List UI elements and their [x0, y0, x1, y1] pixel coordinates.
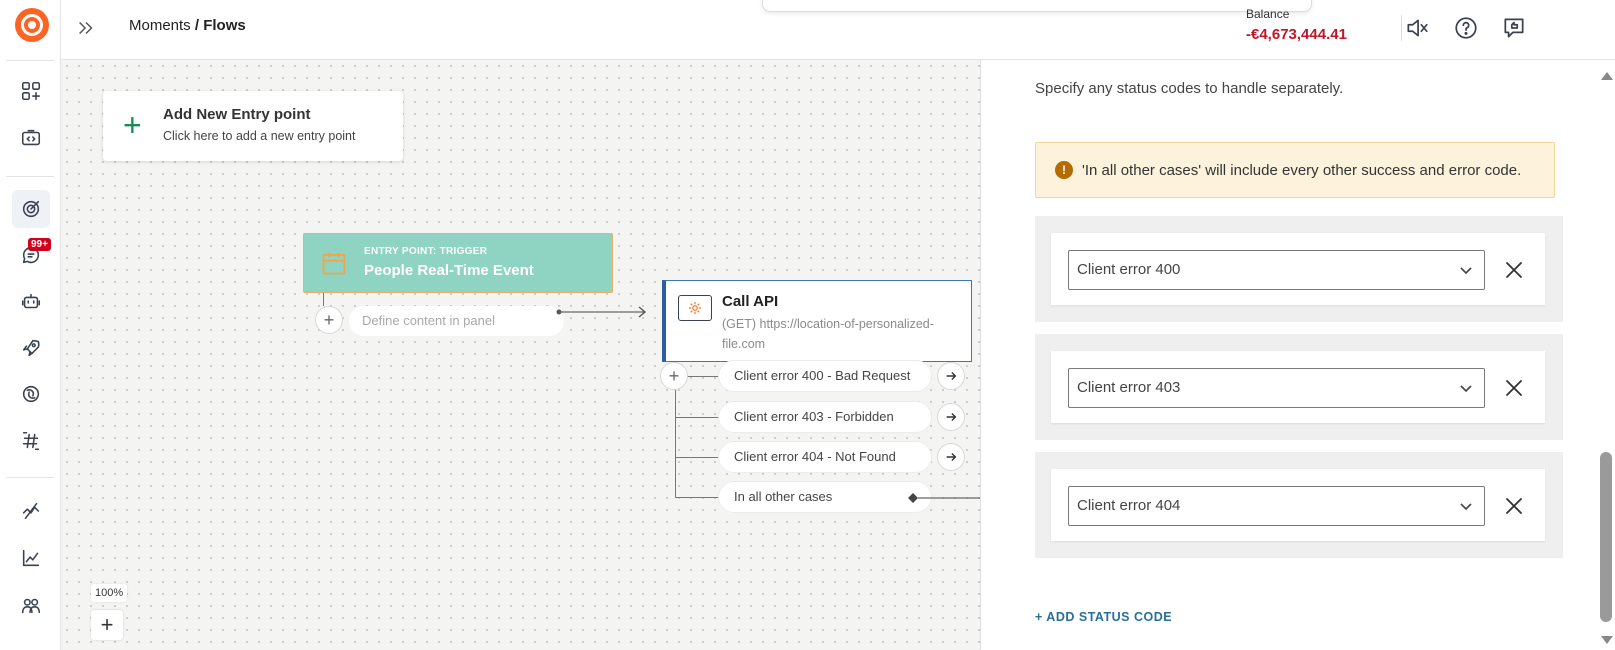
- help-icon[interactable]: [1453, 15, 1479, 41]
- status-code-select[interactable]: Client error 403: [1068, 368, 1485, 408]
- add-entry-point-card[interactable]: + Add New Entry point Click here to add …: [103, 91, 403, 161]
- integrations-icon[interactable]: [18, 498, 44, 524]
- branch-other-cases[interactable]: In all other cases: [719, 482, 931, 512]
- left-nav: 99+: [0, 0, 61, 650]
- nav-divider: [6, 60, 54, 61]
- chevron-down-icon: [1460, 385, 1472, 393]
- brand-logo[interactable]: [15, 8, 49, 42]
- moments-target-icon[interactable]: [12, 190, 50, 228]
- notification-badge: 99+: [28, 238, 51, 251]
- breadcrumb: Moments / Flows: [129, 17, 246, 34]
- add-step-button[interactable]: +: [315, 306, 343, 334]
- call-api-node[interactable]: Call API (GET) https://location-of-perso…: [662, 280, 972, 362]
- calendar-icon: [320, 249, 348, 277]
- close-icon: [1506, 498, 1522, 514]
- trigger-label: ENTRY POINT: TRIGGER: [364, 246, 488, 257]
- arrow-right-icon[interactable]: [937, 443, 965, 471]
- entry-point-subtitle: Click here to add a new entry point: [163, 129, 356, 143]
- connector-line: [323, 293, 324, 306]
- plus-icon: +: [123, 107, 142, 143]
- global-search-dropdown[interactable]: [762, 0, 1312, 12]
- panel-description: Specify any status codes to handle separ…: [1035, 80, 1344, 97]
- status-code-select[interactable]: Client error 404: [1068, 486, 1485, 526]
- status-code-card: Client error 400: [1051, 233, 1545, 305]
- breadcrumb-flows: Flows: [203, 17, 246, 34]
- branch-400[interactable]: Client error 400 - Bad Request: [719, 361, 931, 391]
- status-code-card: Client error 404: [1051, 469, 1545, 541]
- zoom-level: 100%: [91, 584, 128, 602]
- developer-tools-icon[interactable]: [18, 125, 44, 151]
- define-content-placeholder[interactable]: Define content in panel: [349, 306, 564, 336]
- status-code-item: Client error 400: [1035, 216, 1563, 322]
- breadcrumb-moments[interactable]: Moments: [129, 17, 191, 34]
- warning-icon: !: [1055, 161, 1073, 179]
- branch-403[interactable]: Client error 403 - Forbidden: [719, 402, 931, 432]
- connector-arrow: [556, 306, 647, 318]
- call-api-title: Call API: [722, 293, 779, 310]
- scroll-up-arrow[interactable]: [1601, 72, 1613, 80]
- chevron-down-icon: [1460, 503, 1472, 511]
- warning-text: 'In all other cases' will include every …: [1082, 162, 1522, 179]
- status-code-value: Client error 400: [1077, 261, 1181, 278]
- status-code-select[interactable]: Client error 400: [1068, 250, 1485, 290]
- status-code-value: Client error 404: [1077, 497, 1181, 514]
- add-status-code-button[interactable]: + ADD STATUS CODE: [1035, 610, 1172, 624]
- entry-point-title: Add New Entry point: [163, 106, 311, 123]
- close-icon: [1506, 262, 1522, 278]
- chevron-down-icon: [1460, 267, 1472, 275]
- flow-canvas[interactable]: + Add New Entry point Click here to add …: [61, 60, 980, 650]
- branch-404[interactable]: Client error 404 - Not Found: [719, 442, 931, 472]
- breadcrumb-separator: /: [190, 17, 204, 34]
- feedback-icon[interactable]: [1501, 15, 1527, 41]
- branch-line: [675, 417, 719, 418]
- remove-status-code-button[interactable]: [1502, 494, 1526, 518]
- expand-sidebar-icon[interactable]: [75, 17, 97, 39]
- zoom-in-button[interactable]: +: [91, 610, 123, 640]
- remove-status-code-button[interactable]: [1502, 258, 1526, 282]
- call-api-url: (GET) https://location-of-personalized-f…: [722, 317, 934, 351]
- nav-divider: [6, 176, 54, 177]
- warning-banner: ! 'In all other cases' will include ever…: [1035, 142, 1555, 198]
- chatbot-icon[interactable]: [18, 289, 44, 315]
- panel-scrollbar[interactable]: [1593, 60, 1615, 650]
- top-bar: Moments / Flows Balance -€4,673,444.41: [61, 0, 1615, 60]
- sound-muted-icon[interactable]: [1404, 15, 1430, 41]
- branch-line: [675, 457, 719, 458]
- balance-label: Balance: [1246, 7, 1290, 21]
- branch-line: [675, 497, 719, 498]
- status-code-card: Client error 403: [1051, 351, 1545, 423]
- status-code-item: Client error 404: [1035, 452, 1563, 558]
- topbar-divider: [1401, 15, 1402, 41]
- ai-swirl-icon[interactable]: [18, 381, 44, 407]
- nav-divider: [6, 477, 54, 478]
- scrollbar-thumb[interactable]: [1600, 452, 1612, 622]
- balance-value: -€4,673,444.41: [1246, 26, 1347, 43]
- rocket-icon[interactable]: [18, 335, 44, 361]
- api-gear-icon: [678, 295, 712, 321]
- people-icon[interactable]: [18, 592, 44, 618]
- apps-add-icon[interactable]: [18, 78, 44, 104]
- connector-line: [908, 493, 980, 503]
- analytics-icon[interactable]: [18, 545, 44, 571]
- arrow-right-icon[interactable]: [937, 362, 965, 390]
- scroll-down-arrow[interactable]: [1601, 636, 1613, 644]
- status-code-value: Client error 403: [1077, 379, 1181, 396]
- status-code-panel: Specify any status codes to handle separ…: [980, 60, 1615, 650]
- trigger-name: People Real-Time Event: [364, 262, 534, 279]
- close-icon: [1506, 380, 1522, 396]
- add-branch-step-button[interactable]: +: [660, 362, 688, 390]
- trigger-node[interactable]: ENTRY POINT: TRIGGER People Real-Time Ev…: [303, 233, 613, 293]
- arrow-right-icon[interactable]: [937, 403, 965, 431]
- hashtag-code-icon[interactable]: [18, 428, 44, 454]
- status-code-item: Client error 403: [1035, 334, 1563, 440]
- remove-status-code-button[interactable]: [1502, 376, 1526, 400]
